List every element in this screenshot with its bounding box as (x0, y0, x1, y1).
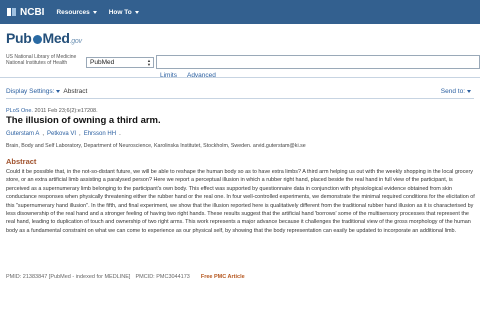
ncbi-top-bar: NCBI Resources How To (0, 0, 480, 24)
resources-menu[interactable]: Resources (56, 8, 97, 16)
pmid: PMID: 21383847 [PubMed - indexed for MED… (6, 274, 131, 280)
display-format: Abstract (63, 88, 88, 95)
pubmed-header: Pub Med.gov US National Library of Medici… (0, 24, 480, 79)
send-to-link[interactable]: Send to: (441, 88, 474, 95)
chevron-down-icon (467, 90, 471, 93)
author-separator: , (79, 131, 81, 137)
advanced-link[interactable]: Advanced (187, 72, 216, 79)
how-to-menu[interactable]: How To (109, 9, 139, 16)
author-list: Guterstam A, Petkova VI, Ehrsson HH. (6, 131, 121, 137)
article-title: The illusion of owning a third arm. (6, 115, 161, 126)
abstract-heading: Abstract (6, 157, 37, 166)
ncbi-logo-text: NCBI (20, 6, 45, 18)
author-link[interactable]: Guterstam A (6, 131, 39, 137)
divider (6, 98, 474, 99)
chevron-down-icon (134, 10, 139, 14)
pmcid: PMCID: PMC3044173 (135, 274, 190, 280)
how-to-menu-label: How To (108, 8, 132, 16)
logo-dot-icon (32, 35, 42, 44)
author-separator: , (42, 131, 45, 137)
ncbi-logo-icon (7, 8, 16, 16)
display-settings-link[interactable]: Display Settings: (6, 88, 54, 95)
pubmed-logo[interactable]: Pub Med.gov (6, 30, 82, 46)
chevron-down-icon (92, 10, 97, 14)
database-select-value: PubMed (90, 59, 115, 66)
chevron-down-icon[interactable] (56, 90, 61, 93)
citation-details: 2011 Feb 23;6(2):e17208. (32, 108, 98, 114)
free-pmc-article-link[interactable]: Free PMC Article (201, 274, 245, 280)
pubmed-subtitle: US National Library of Medicine National… (6, 54, 76, 66)
send-to-label: Send to: (440, 88, 465, 95)
search-links: Limits Advanced (160, 72, 216, 79)
author-link[interactable]: Petkova VI (47, 131, 76, 137)
citation: PLoS One. 2011 Feb 23;6(2):e17208. (6, 108, 98, 114)
article-identifiers: PMID: 21383847 [PubMed - indexed for MED… (6, 274, 245, 280)
author-separator: . (119, 131, 121, 137)
resources-menu-label: Resources (56, 8, 90, 16)
affiliation: Brain, Body and Self Laboratory, Departm… (6, 143, 306, 149)
search-input[interactable] (156, 55, 480, 69)
database-select[interactable]: PubMed ▲ ▼ (86, 57, 154, 68)
abstract-text: Could it be possible that, in the not-so… (6, 169, 475, 234)
subtitle-line-2: National Institutes of Health (6, 60, 68, 66)
journal-link[interactable]: PLoS One. (6, 108, 33, 114)
author-link[interactable]: Ehrsson HH (84, 131, 116, 137)
display-bar: Display Settings: Abstract Send to: (6, 88, 474, 98)
logo-med: Med (42, 30, 70, 46)
limits-link[interactable]: Limits (160, 72, 177, 79)
select-arrows-icon: ▲ ▼ (147, 58, 151, 67)
ncbi-logo[interactable]: NCBI (6, 6, 44, 18)
logo-pub: Pub (6, 30, 32, 46)
logo-gov: .gov (69, 38, 82, 45)
